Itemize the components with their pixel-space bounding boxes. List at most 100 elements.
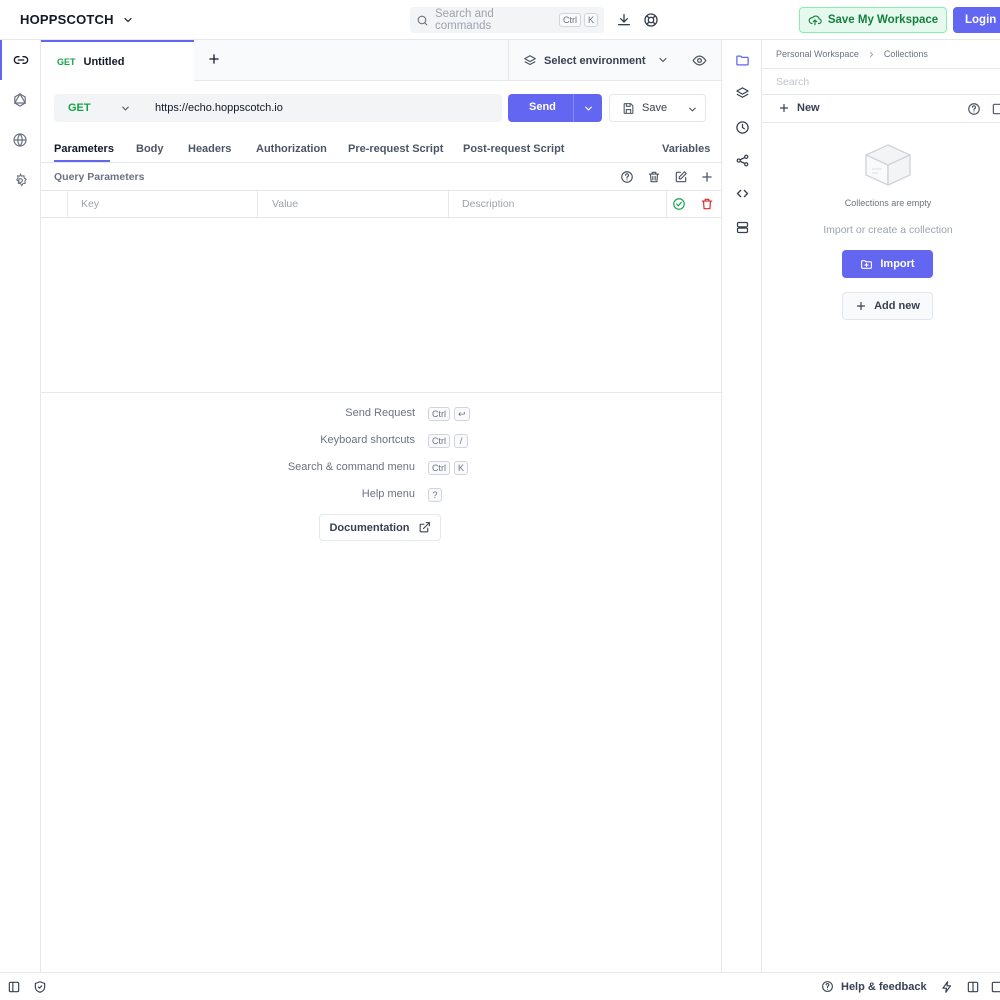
footer-bar: Help & feedback [0, 972, 1000, 1000]
help-feedback-button[interactable]: Help & feedback [821, 980, 927, 993]
kbd-k: K [583, 13, 598, 27]
param-description-input[interactable]: Description [462, 198, 515, 210]
url-input[interactable]: https://echo.hoppscotch.io [143, 94, 502, 122]
collections-toolbar: New [762, 95, 1000, 123]
brand-menu[interactable]: HOPPSCOTCH [20, 12, 134, 27]
code-icon[interactable] [735, 186, 750, 201]
chevron-right-icon [867, 50, 876, 59]
send-button[interactable]: Send [508, 94, 602, 122]
layers-icon[interactable] [735, 86, 750, 101]
chevron-down-icon [122, 14, 134, 26]
check-circle-icon[interactable] [672, 197, 686, 211]
chevron-down-icon [120, 103, 131, 114]
save-workspace-label: Save My Workspace [827, 14, 939, 26]
server-icon[interactable] [735, 220, 750, 235]
layout-columns-icon[interactable] [966, 980, 980, 994]
kbd-k: K [454, 461, 469, 475]
sidebar-toggle-icon[interactable] [7, 980, 21, 994]
nav-realtime[interactable] [0, 120, 40, 160]
cloud-upload-icon [808, 13, 822, 27]
tab-parameters[interactable]: Parameters [54, 143, 114, 155]
import-label: Import [880, 258, 915, 270]
lifebuoy-icon[interactable] [643, 12, 659, 28]
plus-icon[interactable] [700, 170, 714, 184]
trash-icon[interactable] [647, 170, 661, 184]
tab-body[interactable]: Body [136, 143, 164, 155]
tab-headers[interactable]: Headers [188, 143, 231, 155]
save-button[interactable]: Save [609, 94, 706, 122]
active-tab-indicator [54, 160, 110, 162]
documentation-label: Documentation [329, 521, 410, 534]
new-collection-button[interactable]: New [778, 102, 820, 114]
method-label: GET [68, 102, 91, 114]
eye-icon[interactable] [692, 53, 707, 68]
environment-select[interactable]: Select environment [508, 40, 681, 81]
add-new-button[interactable]: Add new [842, 292, 933, 320]
tab-variables[interactable]: Variables [662, 143, 710, 155]
chevron-down-icon[interactable] [687, 104, 698, 115]
nav-graphql[interactable] [0, 80, 40, 120]
gear-icon [13, 172, 28, 188]
help-circle-icon[interactable] [620, 170, 634, 184]
tab-untitled[interactable]: GET Untitled [41, 40, 194, 81]
param-value-input[interactable]: Value [272, 198, 298, 210]
breadcrumb-workspace[interactable]: Personal Workspace [776, 49, 859, 59]
save-workspace-button[interactable]: Save My Workspace [799, 7, 947, 33]
tab-post-request-script[interactable]: Post-request Script [463, 143, 564, 155]
folder-plus-icon [860, 258, 873, 271]
panel-right-icon[interactable] [990, 980, 1000, 994]
brand-name: HOPPSCOTCH [20, 12, 114, 27]
add-tab-icon[interactable] [207, 52, 221, 66]
help-feedback-label: Help & feedback [841, 980, 927, 993]
plus-icon [778, 102, 790, 114]
breadcrumb: Personal Workspace Collections [776, 49, 928, 59]
right-nav-rail [721, 40, 762, 972]
divider [41, 392, 721, 393]
chevron-down-icon [657, 54, 669, 66]
history-icon[interactable] [735, 120, 750, 135]
method-select[interactable]: GET [54, 94, 143, 122]
tab-pre-request-script[interactable]: Pre-request Script [348, 143, 443, 155]
edit-icon[interactable] [674, 170, 688, 184]
chevron-down-icon[interactable] [583, 103, 594, 114]
param-key-input[interactable]: Key [81, 198, 99, 210]
collections-search-input[interactable]: Search [762, 68, 1000, 95]
folder-icon[interactable] [735, 53, 750, 68]
shield-icon[interactable] [33, 980, 47, 994]
kbd-enter: ↩ [454, 407, 470, 421]
plus-icon [855, 300, 867, 312]
globe-icon [12, 132, 28, 148]
shortcut-search-menu: Search & command menu [287, 461, 415, 473]
tab-name: Untitled [83, 55, 125, 68]
empty-state-title: Collections are empty [844, 198, 932, 208]
shortcut-keyboard: Keyboard shortcuts [320, 434, 415, 446]
nav-rest[interactable] [0, 40, 40, 80]
import-icon[interactable] [991, 102, 1000, 116]
shortcut-help-menu: Help menu [361, 488, 415, 500]
lightning-icon[interactable] [940, 980, 954, 994]
tab-authorization[interactable]: Authorization [256, 143, 327, 155]
download-icon[interactable] [616, 12, 632, 28]
empty-state-subtitle: Import or create a collection [823, 224, 953, 236]
delete-icon[interactable] [700, 197, 714, 211]
documentation-button[interactable]: Documentation [319, 514, 441, 541]
breadcrumb-collections: Collections [883, 49, 928, 59]
import-button[interactable]: Import [842, 250, 933, 278]
add-new-label: Add new [874, 300, 920, 312]
shortcut-send-request: Send Request [345, 407, 415, 419]
help-circle-icon[interactable] [967, 102, 981, 116]
search-icon [416, 14, 429, 27]
top-bar: HOPPSCOTCH Search and commands Ctrl K Sa… [0, 0, 1000, 40]
kbd-slash: / [454, 434, 468, 448]
kbd-ctrl: Ctrl [428, 407, 450, 421]
search-placeholder: Search and commands [435, 8, 494, 32]
share-icon[interactable] [735, 153, 750, 168]
param-row: Key Value Description [41, 191, 721, 218]
login-button[interactable]: Login [953, 7, 1000, 33]
kbd-ctrl: Ctrl [428, 434, 450, 448]
search-command-box[interactable]: Search and commands Ctrl K [410, 7, 604, 33]
send-label: Send [529, 101, 556, 113]
graphql-icon [12, 92, 28, 108]
nav-settings[interactable] [0, 160, 40, 200]
query-params-header: Query Parameters [41, 163, 721, 191]
